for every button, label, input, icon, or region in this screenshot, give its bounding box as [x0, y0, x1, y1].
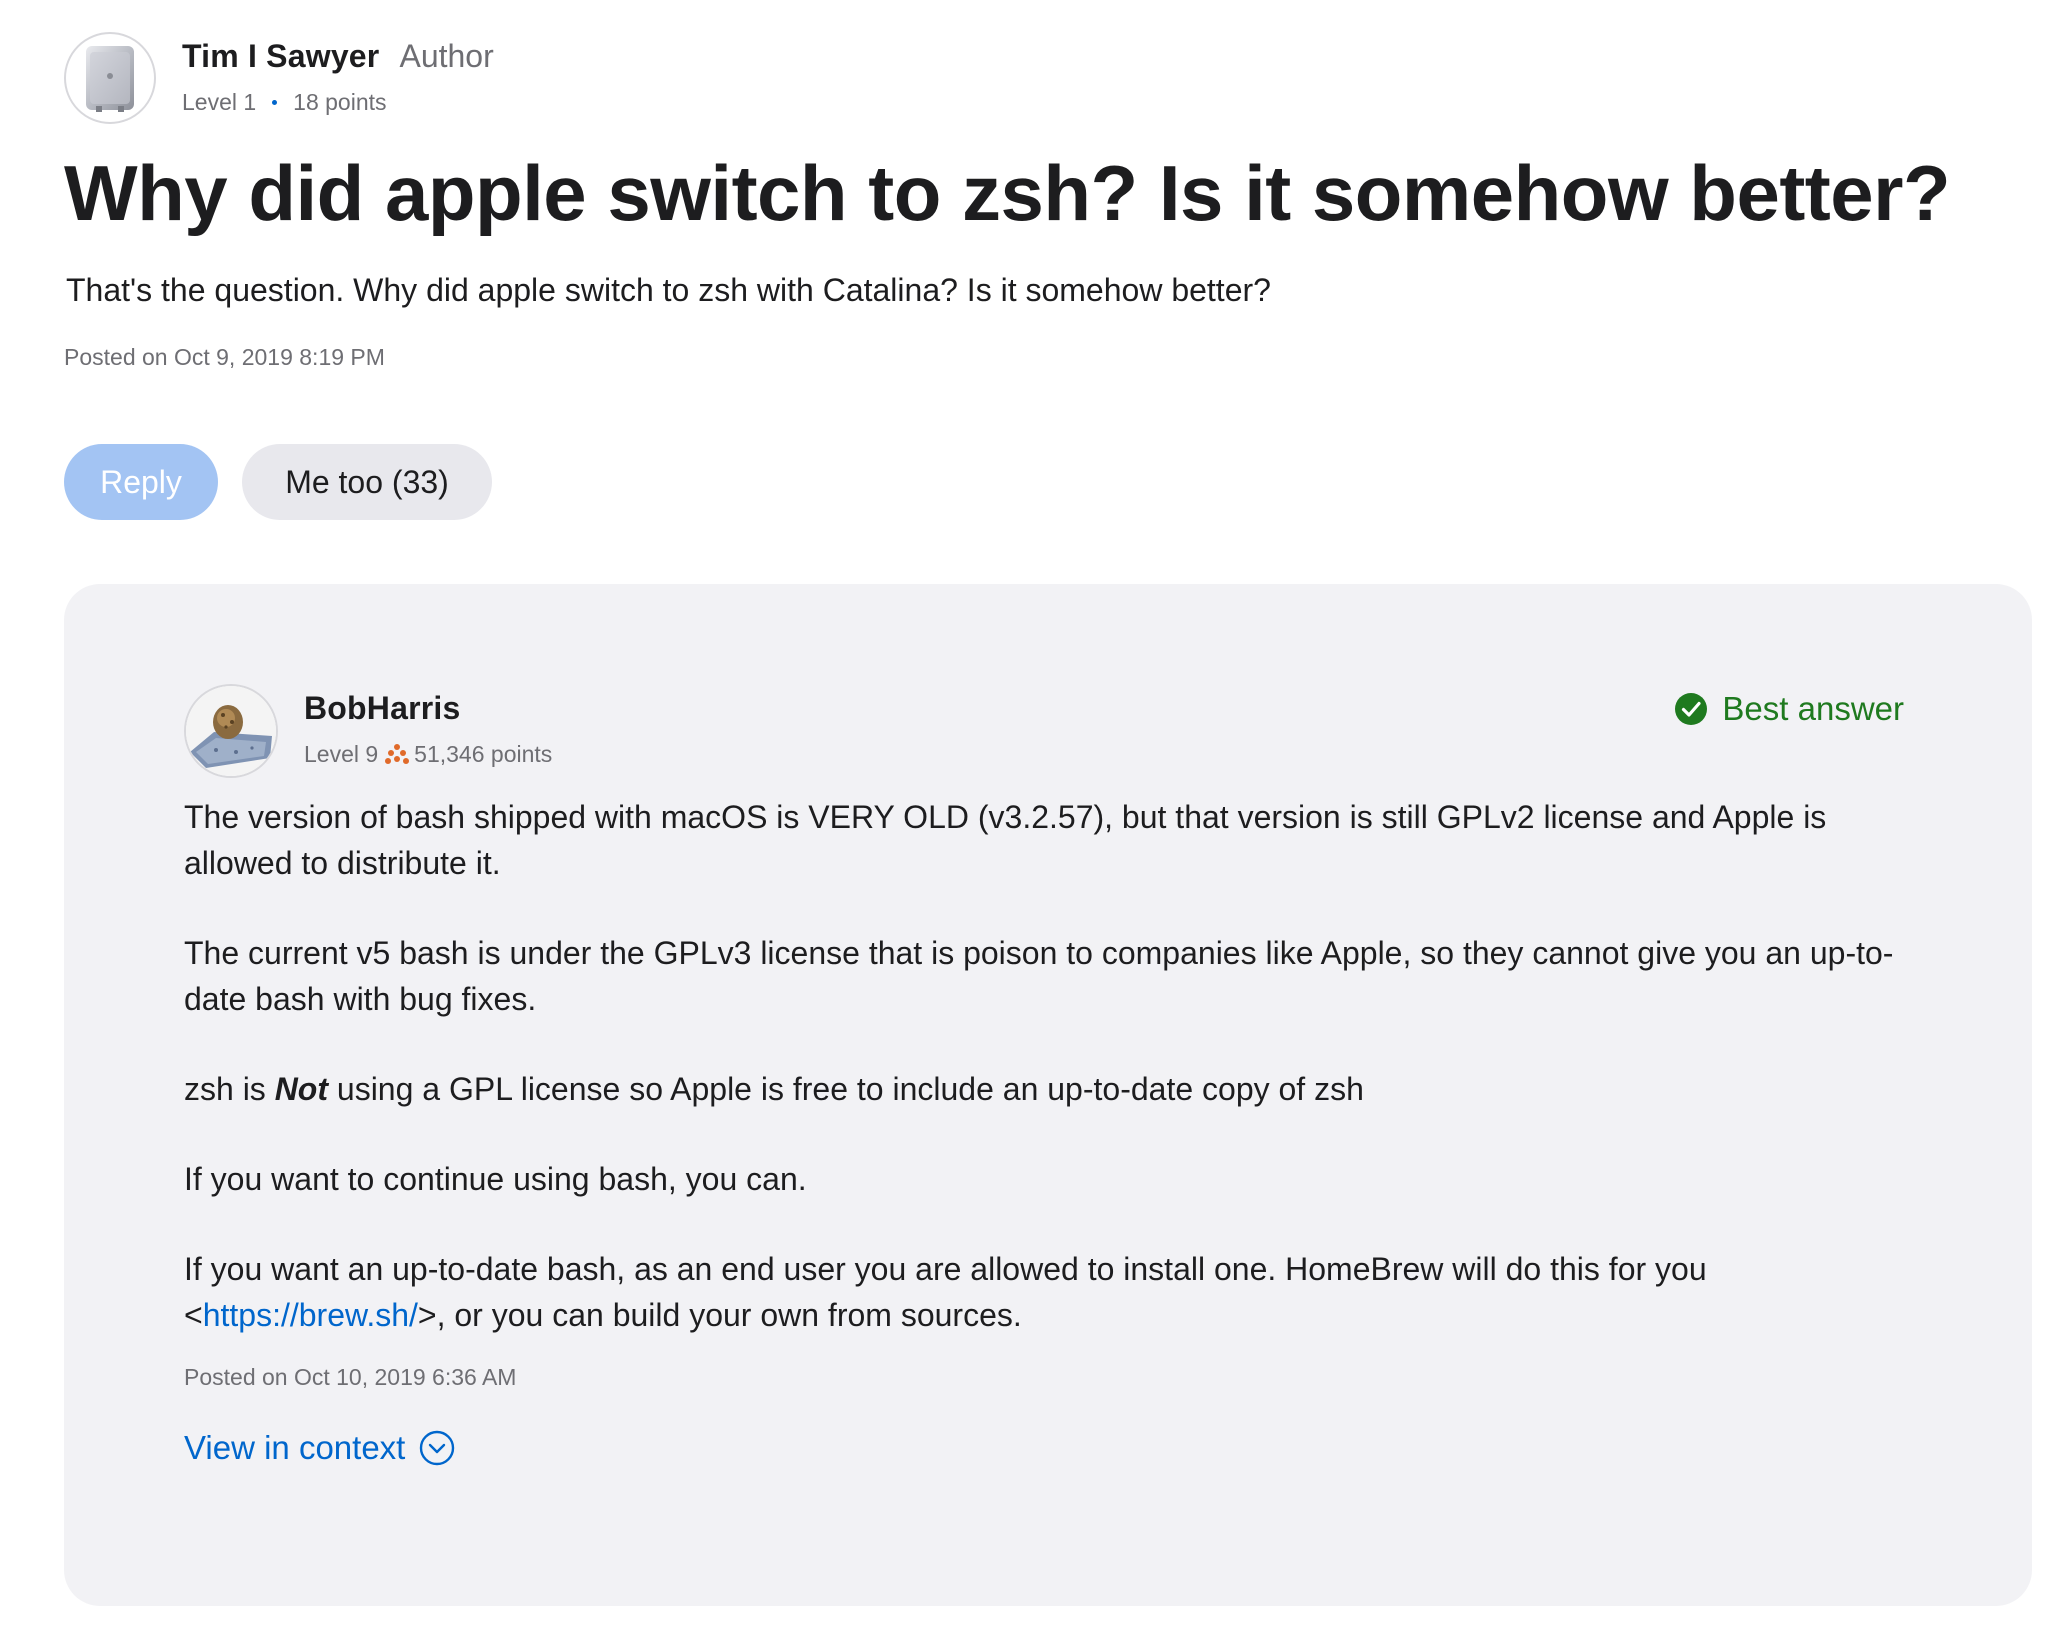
answer-body: The version of bash shipped with macOS i…	[184, 794, 1904, 1338]
answer-paragraph: The version of bash shipped with macOS i…	[184, 799, 1827, 881]
question-body: That's the question. Why did apple switc…	[66, 272, 1271, 308]
best-answer-label: Best answer	[1722, 690, 1904, 727]
answer-text: using a GPL license so Apple is free to …	[328, 1071, 1364, 1107]
answer-paragraph: If you want to continue using bash, you …	[184, 1161, 807, 1197]
author-meta: Tim I Sawyer Author Level 1 18 points	[182, 32, 494, 116]
author-level-line: Level 1 18 points	[182, 89, 494, 116]
chevron-down-circle-icon	[420, 1430, 455, 1466]
answerer-name[interactable]: BobHarris	[304, 690, 552, 727]
author-avatar[interactable]	[64, 32, 156, 124]
answerer-meta: BobHarris Level 9 51,346 points	[304, 684, 552, 768]
reply-button[interactable]: Reply	[64, 444, 218, 520]
answerer-avatar[interactable]	[184, 684, 278, 778]
answer-text: >, or you can build your own from source…	[417, 1297, 1022, 1333]
answer-paragraph: If you want an up-to-date bash, as an en…	[184, 1246, 1904, 1338]
author-name-line: Tim I Sawyer Author	[182, 38, 494, 75]
question-author: Tim I Sawyer Author Level 1 18 points	[64, 32, 494, 124]
answer-posted-date: Posted on Oct 10, 2019 6:36 AM	[184, 1364, 517, 1390]
me-too-button[interactable]: Me too (33)	[242, 444, 492, 520]
answer-text: zsh is	[184, 1071, 275, 1107]
question-actions: Reply Me too (33)	[64, 444, 492, 520]
answer-paragraph: zsh is Not using a GPL license so Apple …	[184, 1066, 1904, 1112]
best-answer-badge: Best answer	[1674, 690, 1904, 728]
checkmark-circle-icon	[1675, 693, 1708, 725]
separator-dot	[272, 100, 278, 105]
level-badge-icon	[385, 743, 410, 764]
view-in-context-label: View in context	[184, 1429, 406, 1466]
answer-content: BobHarris Level 9 51,346 points Best ans…	[184, 684, 1904, 1467]
page-title: Why did apple switch to zsh? Is it someh…	[64, 149, 1951, 237]
view-in-context-link[interactable]: View in context	[184, 1429, 455, 1467]
homebrew-link[interactable]: https://brew.sh/	[203, 1297, 418, 1333]
rock-avatar-icon	[186, 686, 276, 776]
emphasis-text: Not	[274, 1071, 328, 1107]
author-points: 18 points	[293, 89, 387, 115]
answer-header: BobHarris Level 9 51,346 points Best ans…	[184, 684, 1904, 780]
answerer-points: 51,346 points	[414, 741, 553, 767]
answerer-level-line: Level 9 51,346 points	[304, 741, 552, 768]
answer-paragraph: The current v5 bash is under the GPLv3 l…	[184, 935, 1894, 1017]
author-level: Level 1	[182, 89, 257, 115]
author-role-badge: Author	[399, 38, 494, 74]
best-answer-card: BobHarris Level 9 51,346 points Best ans…	[64, 584, 2032, 1606]
question-posted-date: Posted on Oct 9, 2019 8:19 PM	[64, 344, 385, 370]
mac-pro-avatar-icon	[86, 46, 134, 112]
answerer-level: Level 9	[304, 741, 379, 767]
author-name[interactable]: Tim I Sawyer	[182, 38, 379, 75]
